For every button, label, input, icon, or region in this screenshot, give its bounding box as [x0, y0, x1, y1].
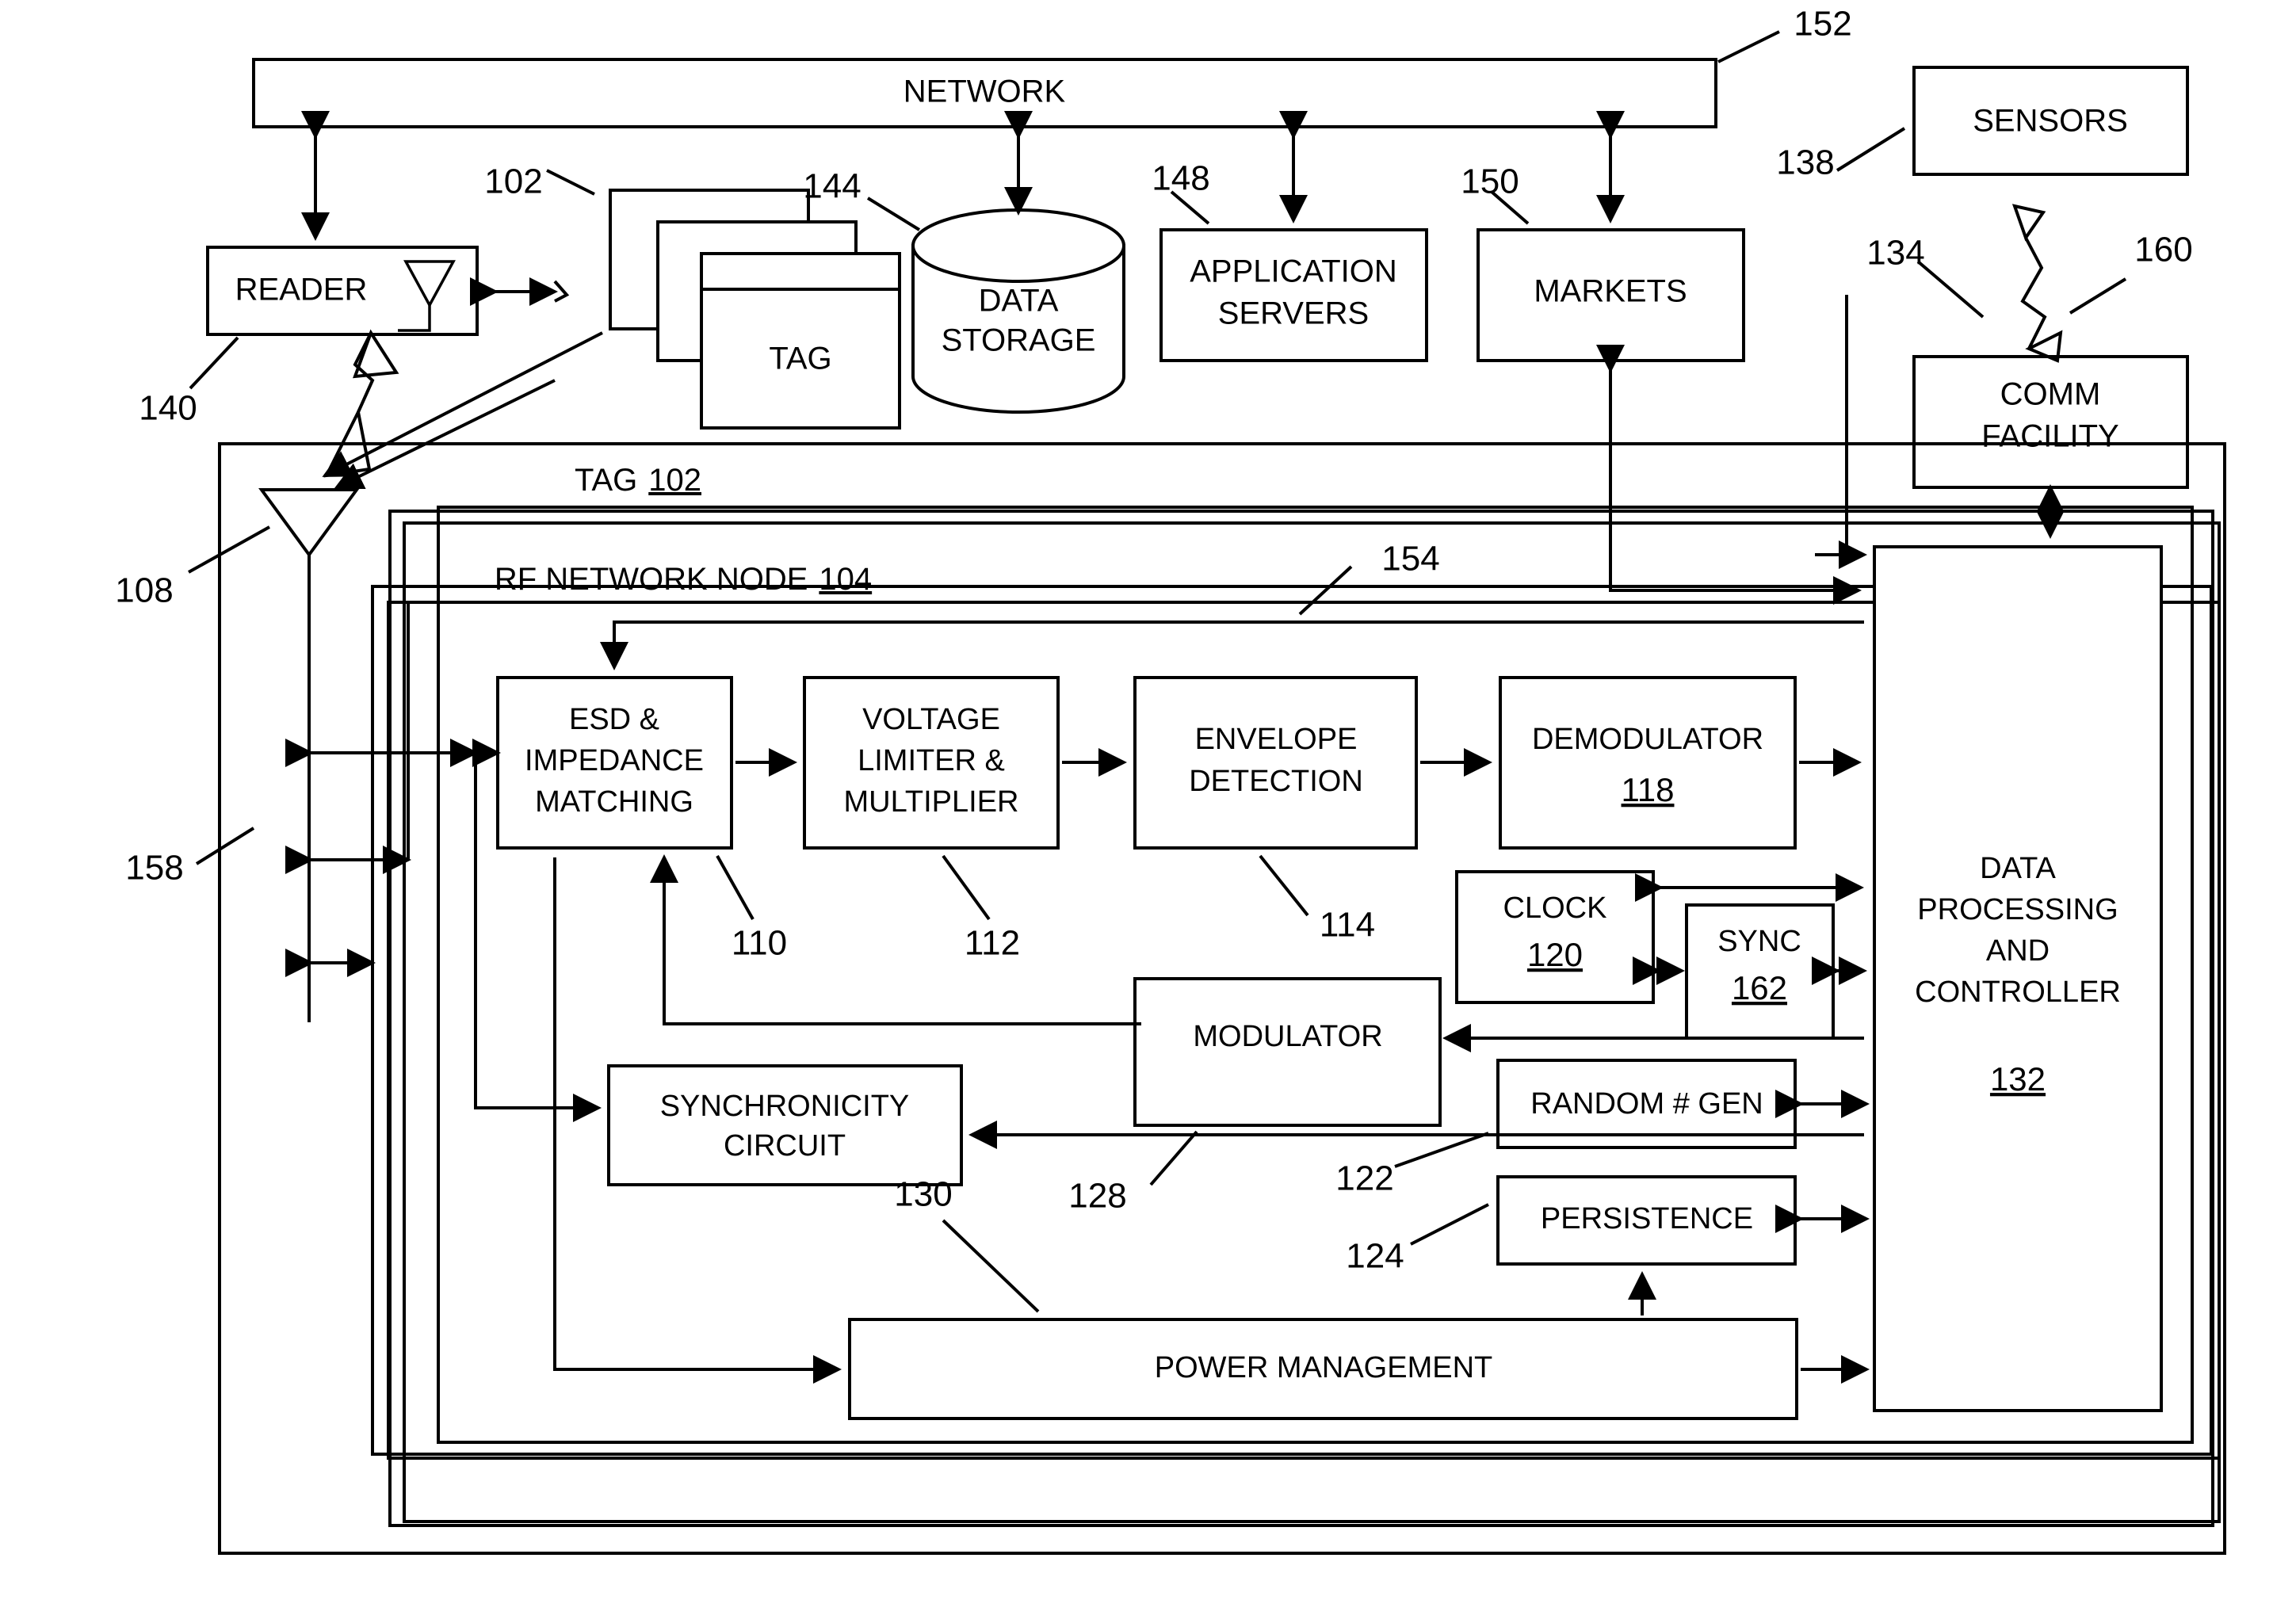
sync-label: SYNC	[1717, 925, 1801, 958]
ref-148: 148	[1152, 159, 1209, 198]
modulator-label: MODULATOR	[1193, 1020, 1382, 1053]
tag-antenna-rf-arrows	[322, 329, 603, 490]
power-management-label: POWER MANAGEMENT	[1155, 1351, 1492, 1384]
rf-lightning-link	[2011, 204, 2063, 363]
ref-112: 112	[965, 924, 1020, 963]
controller-label-4: CONTROLLER	[1915, 976, 2121, 1009]
envelope-label-1: ENVELOPE	[1195, 723, 1358, 756]
demodulator-label: DEMODULATOR	[1532, 723, 1763, 756]
voltage-label-2: LIMITER &	[858, 744, 1005, 777]
data-storage-label-2: STORAGE	[942, 323, 1096, 358]
synchronicity-label-1: SYNCHRONICITY	[660, 1090, 910, 1123]
demodulator-box	[1499, 676, 1797, 850]
ref-118: 118	[1622, 771, 1675, 808]
ref-102-stack: 102	[484, 162, 542, 201]
tag-container-label: TAG 102	[575, 463, 701, 498]
ref-132: 132	[1990, 1060, 2046, 1098]
ref-124: 124	[1346, 1237, 1404, 1276]
persistence-label: PERSISTENCE	[1541, 1202, 1753, 1235]
application-servers-label-1: APPLICATION	[1190, 254, 1397, 289]
reader-tag-rf-link	[470, 277, 570, 306]
ref-152: 152	[1794, 5, 1851, 44]
ref-120: 120	[1527, 936, 1583, 973]
ref-138: 138	[1776, 143, 1834, 182]
comm-facility-label-2: FACILITY	[1981, 419, 2118, 454]
application-servers-label-2: SERVERS	[1218, 296, 1369, 331]
synchronicity-label-2: CIRCUIT	[724, 1129, 846, 1163]
voltage-label-1: VOLTAGE	[862, 703, 1000, 736]
envelope-label-2: DETECTION	[1189, 765, 1363, 798]
ref-110: 110	[732, 924, 787, 963]
comm-facility-label-1: COMM	[2000, 377, 2101, 412]
synchronicity-circuit-box	[607, 1064, 963, 1186]
controller-label-2: PROCESSING	[1917, 893, 2118, 926]
esd-label-2: IMPEDANCE	[525, 744, 704, 777]
upper-right-path	[1845, 295, 1859, 556]
ref-144: 144	[803, 167, 861, 206]
sensors-label: SENSORS	[1973, 104, 2128, 139]
controller-esd-feedback	[600, 620, 1864, 670]
ref-128: 128	[1068, 1177, 1126, 1216]
ref-158: 158	[125, 849, 183, 888]
tag-antenna-icon	[258, 488, 360, 1022]
random-gen-label: RANDOM # GEN	[1530, 1087, 1763, 1121]
application-servers-box	[1159, 228, 1428, 362]
ref-140: 140	[139, 389, 197, 428]
data-storage-label-1: DATA	[979, 284, 1059, 319]
ref-162: 162	[1732, 969, 1787, 1006]
ref-108: 108	[115, 571, 173, 610]
reader-label: READER	[235, 273, 368, 307]
ref-154: 154	[1381, 540, 1439, 578]
patent-figure: NETWORK 152 SENSORS 138 READER 140 TAG 1…	[0, 0, 2296, 1619]
ref-130: 130	[894, 1175, 952, 1214]
controller-label-3: AND	[1986, 934, 2050, 968]
voltage-label-3: MULTIPLIER	[843, 785, 1018, 819]
controller-label-1: DATA	[1980, 852, 2056, 885]
tag-stack-label: TAG	[769, 342, 831, 376]
esd-label-1: ESD &	[569, 703, 659, 736]
rf-network-node-label: RF NETWORK NODE 104	[495, 562, 872, 597]
clock-label: CLOCK	[1503, 892, 1607, 925]
ref-150: 150	[1461, 162, 1519, 201]
ref-114: 114	[1320, 906, 1375, 945]
ref-122: 122	[1335, 1159, 1393, 1198]
markets-controller-path	[1596, 345, 1862, 605]
network-label: NETWORK	[904, 74, 1066, 109]
esd-label-3: MATCHING	[535, 785, 693, 819]
envelope-detection-box	[1133, 676, 1418, 850]
ref-160: 160	[2134, 231, 2192, 269]
markets-label: MARKETS	[1534, 274, 1687, 309]
ref-134: 134	[1866, 234, 1924, 273]
